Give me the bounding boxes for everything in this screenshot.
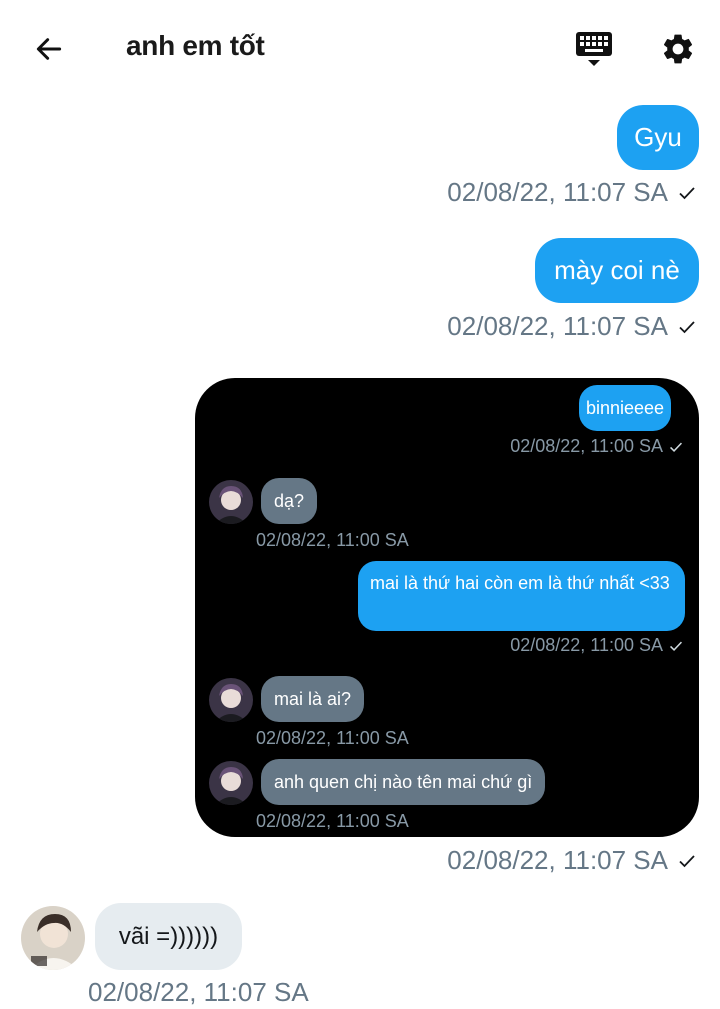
message-image[interactable]: binnieeee 02/08/22, 11:00 SA dạ? 02/08/2… xyxy=(195,378,699,837)
message-timestamp: 02/08/22, 11:07 SA xyxy=(88,977,309,1007)
back-button[interactable] xyxy=(30,30,68,68)
avatar xyxy=(209,678,253,722)
message-text: vãi =)))))) xyxy=(118,922,219,950)
screenshot-bubble-outgoing: mai là thứ hai còn em là thứ nhất <33 xyxy=(358,561,685,631)
message-timestamp: 02/08/22, 11:07 SA xyxy=(447,845,696,876)
sent-check-icon xyxy=(679,854,695,867)
screenshot-bubble-incoming: mai là ai? xyxy=(261,676,365,722)
avatar-image xyxy=(21,906,85,970)
sent-check-icon xyxy=(670,442,683,452)
message-bubble-outgoing[interactable]: mày coi nè xyxy=(535,238,699,303)
screenshot-bubble-outgoing: binnieeee xyxy=(579,385,671,431)
message-bubble-incoming[interactable]: vãi =)))))) xyxy=(95,903,242,970)
screenshot-timestamp: 02/08/22, 11:00 SA xyxy=(510,635,683,656)
message-text: mày coi nè xyxy=(554,255,680,285)
gear-icon xyxy=(663,34,693,64)
message-timestamp: 02/08/22, 11:07 SA xyxy=(447,311,696,342)
avatar xyxy=(209,761,253,805)
avatar xyxy=(209,480,253,524)
screenshot-bubble-incoming: anh quen chị nào tên mai chứ gì xyxy=(261,759,546,805)
arrow-left-icon xyxy=(36,38,62,60)
screenshot-timestamp: 02/08/22, 11:00 SA xyxy=(256,530,409,550)
keyboard-button[interactable] xyxy=(572,26,616,72)
screenshot-timestamp: 02/08/22, 11:00 SA xyxy=(256,728,409,748)
screenshot-timestamp: 02/08/22, 11:00 SA xyxy=(256,811,409,831)
avatar[interactable] xyxy=(21,906,85,970)
screenshot-timestamp: 02/08/22, 11:00 SA xyxy=(510,436,683,457)
screenshot-bubble-incoming: dạ? xyxy=(261,478,318,524)
sent-check-icon xyxy=(679,186,695,199)
message-text: Gyu xyxy=(634,122,682,152)
keyboard-icon xyxy=(576,32,612,66)
message-timestamp: 02/08/22, 11:07 SA xyxy=(447,177,696,208)
conversation-title: anh em tốt xyxy=(126,30,265,61)
settings-button[interactable] xyxy=(657,28,699,70)
sent-check-icon xyxy=(679,320,695,333)
message-bubble-outgoing[interactable]: Gyu xyxy=(617,105,699,170)
sent-check-icon xyxy=(670,641,683,651)
